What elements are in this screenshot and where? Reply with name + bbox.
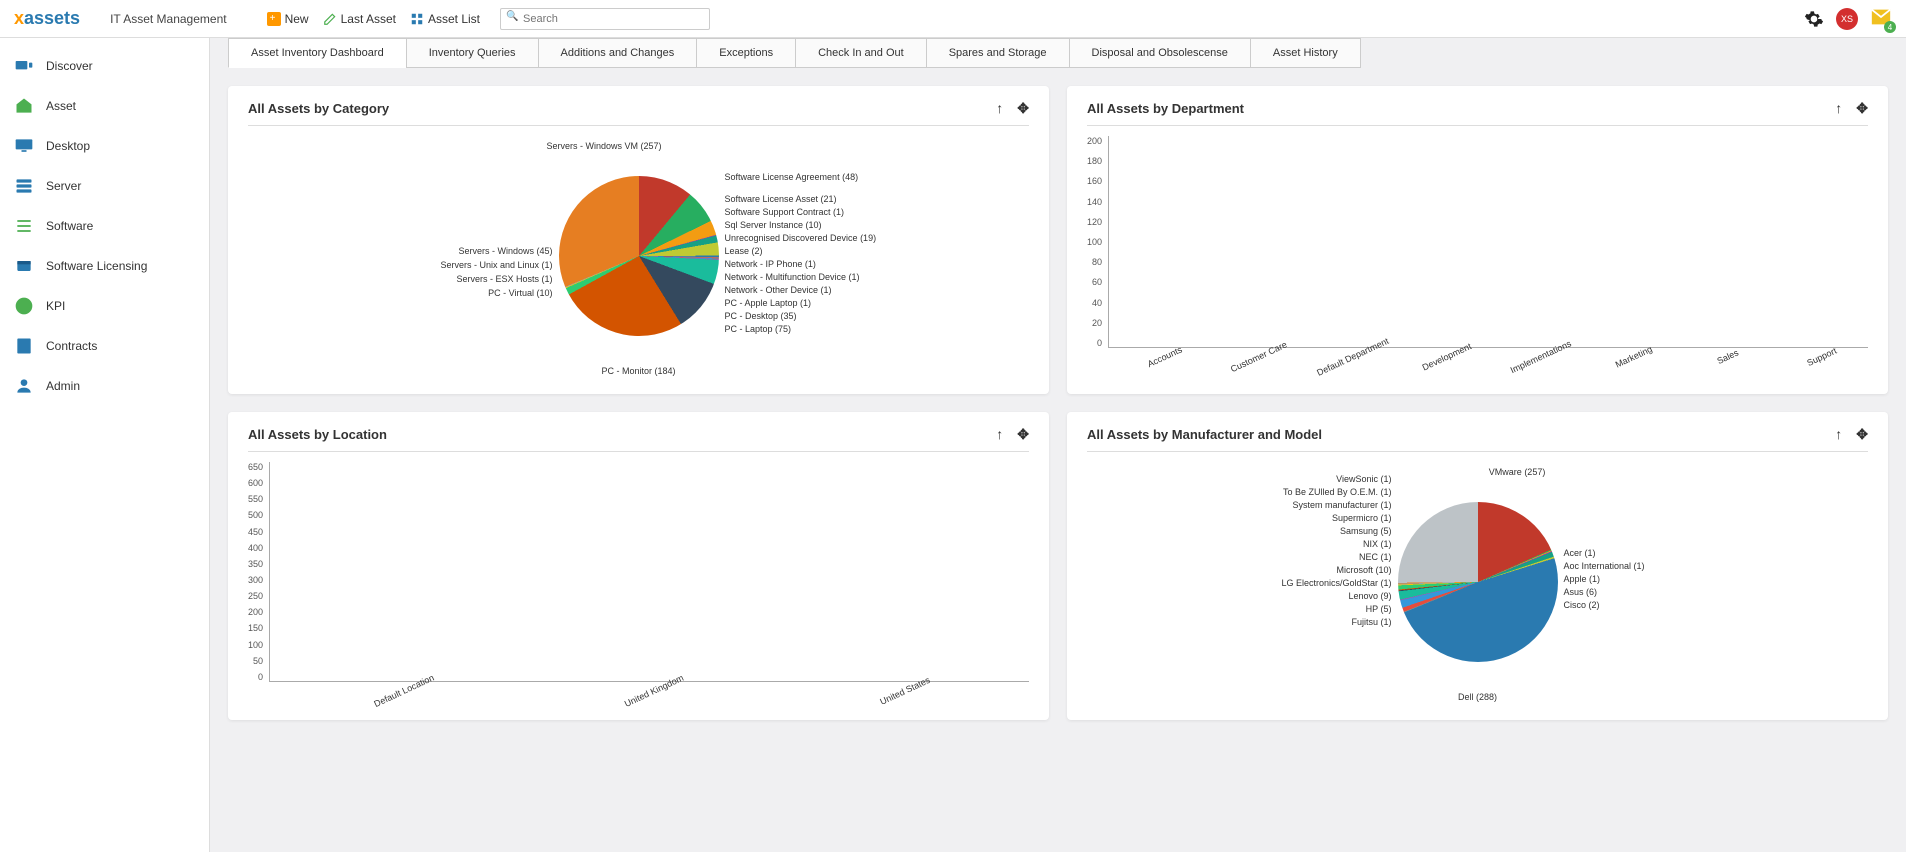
panel-title: All Assets by Manufacturer and Model bbox=[1087, 427, 1322, 442]
move-icon[interactable]: ✥ bbox=[1856, 100, 1868, 117]
sidebar-item-asset[interactable]: Asset bbox=[0, 86, 209, 126]
panel-title: All Assets by Location bbox=[248, 427, 387, 442]
expand-icon[interactable]: ↑ bbox=[996, 426, 1003, 443]
last-asset-label: Last Asset bbox=[341, 12, 396, 26]
software-icon bbox=[14, 216, 34, 236]
kpi-icon bbox=[14, 296, 34, 316]
tab-checkin[interactable]: Check In and Out bbox=[795, 38, 927, 68]
panel-title: All Assets by Department bbox=[1087, 101, 1244, 116]
sidebar-item-licensing[interactable]: Software Licensing bbox=[0, 246, 209, 286]
grid-icon bbox=[410, 12, 424, 26]
sidebar-label: Server bbox=[46, 179, 81, 193]
new-button[interactable]: New bbox=[267, 12, 309, 26]
asset-icon bbox=[14, 96, 34, 116]
sidebar-item-software[interactable]: Software bbox=[0, 206, 209, 246]
manufacturer-chart: VMware (257)Dell (288)ViewSonic (1)To Be… bbox=[1087, 462, 1868, 702]
sidebar-label: Asset bbox=[46, 99, 76, 113]
tab-exceptions[interactable]: Exceptions bbox=[696, 38, 796, 68]
expand-icon[interactable]: ↑ bbox=[996, 100, 1003, 117]
module-name: IT Asset Management bbox=[110, 12, 227, 26]
sidebar-item-discover[interactable]: Discover bbox=[0, 46, 209, 86]
mail-button[interactable]: 4 bbox=[1870, 6, 1892, 31]
avatar[interactable]: XS bbox=[1836, 8, 1858, 30]
tab-additions[interactable]: Additions and Changes bbox=[538, 38, 698, 68]
licensing-icon bbox=[14, 256, 34, 276]
sidebar-item-contracts[interactable]: Contracts bbox=[0, 326, 209, 366]
panel-department: All Assets by Department ↑ ✥ 200180160140… bbox=[1067, 86, 1888, 394]
tab-queries[interactable]: Inventory Queries bbox=[406, 38, 539, 68]
asset-list-label: Asset List bbox=[428, 12, 480, 26]
sidebar-label: Software Licensing bbox=[46, 259, 147, 273]
sidebar-item-kpi[interactable]: KPI bbox=[0, 286, 209, 326]
sidebar-label: Admin bbox=[46, 379, 80, 393]
search-input[interactable] bbox=[500, 8, 710, 30]
discover-icon bbox=[14, 56, 34, 76]
panel-category: All Assets by Category ↑ ✥ Servers - Wind… bbox=[228, 86, 1049, 394]
tab-spares[interactable]: Spares and Storage bbox=[926, 38, 1070, 68]
asset-list-button[interactable]: Asset List bbox=[410, 12, 480, 26]
new-label: New bbox=[285, 12, 309, 26]
topbar: xassets IT Asset Management New Last Ass… bbox=[0, 0, 1906, 38]
tabs: Asset Inventory Dashboard Inventory Quer… bbox=[228, 38, 1888, 68]
tab-dashboard[interactable]: Asset Inventory Dashboard bbox=[228, 38, 407, 68]
tab-disposal[interactable]: Disposal and Obsolescense bbox=[1069, 38, 1251, 68]
sidebar-label: Software bbox=[46, 219, 93, 233]
move-icon[interactable]: ✥ bbox=[1017, 426, 1029, 443]
panel-location: All Assets by Location ↑ ✥ 65060055050045… bbox=[228, 412, 1049, 720]
sidebar: Discover Asset Desktop Server Software S… bbox=[0, 38, 210, 852]
expand-icon[interactable]: ↑ bbox=[1835, 100, 1842, 117]
top-right: XS 4 bbox=[1804, 6, 1892, 31]
panel-manufacturer: All Assets by Manufacturer and Model ↑✥ … bbox=[1067, 412, 1888, 720]
panel-title: All Assets by Category bbox=[248, 101, 389, 116]
server-icon bbox=[14, 176, 34, 196]
desktop-icon bbox=[14, 136, 34, 156]
sidebar-item-admin[interactable]: Admin bbox=[0, 366, 209, 406]
tab-history[interactable]: Asset History bbox=[1250, 38, 1361, 68]
main: Asset Inventory Dashboard Inventory Quer… bbox=[210, 38, 1906, 852]
sidebar-label: Desktop bbox=[46, 139, 90, 153]
logo-x: x bbox=[14, 8, 24, 28]
sidebar-label: Discover bbox=[46, 59, 93, 73]
move-icon[interactable]: ✥ bbox=[1856, 426, 1868, 443]
edit-icon bbox=[323, 12, 337, 26]
contracts-icon bbox=[14, 336, 34, 356]
move-icon[interactable]: ✥ bbox=[1017, 100, 1029, 117]
search bbox=[500, 8, 710, 30]
sidebar-label: KPI bbox=[46, 299, 65, 313]
sidebar-item-desktop[interactable]: Desktop bbox=[0, 126, 209, 166]
sidebar-label: Contracts bbox=[46, 339, 97, 353]
logo[interactable]: xassets bbox=[14, 8, 80, 29]
department-chart: 200180160140120100806040200AccountsCusto… bbox=[1087, 136, 1868, 376]
sidebar-item-server[interactable]: Server bbox=[0, 166, 209, 206]
category-chart: Servers - Windows VM (257)PC - Monitor (… bbox=[248, 136, 1029, 376]
location-chart: 650600550500450400350300250200150100500D… bbox=[248, 462, 1029, 702]
logo-rest: assets bbox=[24, 8, 80, 28]
gear-icon[interactable] bbox=[1804, 9, 1824, 29]
last-asset-button[interactable]: Last Asset bbox=[323, 12, 396, 26]
mail-badge: 4 bbox=[1884, 21, 1896, 33]
plus-icon bbox=[267, 12, 281, 26]
expand-icon[interactable]: ↑ bbox=[1835, 426, 1842, 443]
admin-icon bbox=[14, 376, 34, 396]
